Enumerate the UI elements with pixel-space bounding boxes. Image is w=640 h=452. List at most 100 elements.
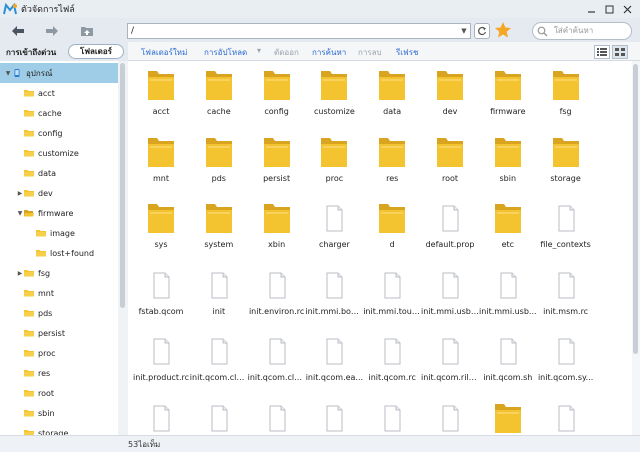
file-item[interactable]: init.mmi.usb.rc bbox=[421, 267, 479, 331]
folder-item[interactable]: data bbox=[363, 67, 421, 131]
search-button[interactable]: การค้นหา bbox=[312, 46, 346, 59]
file-item[interactable] bbox=[421, 400, 479, 436]
refresh-path-button[interactable] bbox=[474, 23, 490, 39]
folder-item[interactable] bbox=[479, 400, 537, 436]
sidebar-item[interactable]: mnt bbox=[0, 283, 118, 303]
folder-item[interactable]: sbin bbox=[479, 134, 537, 198]
cut-button[interactable]: ตัดออก bbox=[274, 46, 299, 59]
file-item[interactable]: fstab.qcom bbox=[132, 267, 190, 331]
file-item[interactable]: init.mmi.boot... bbox=[305, 267, 363, 331]
forward-button[interactable] bbox=[43, 22, 61, 40]
sidebar-item[interactable]: ▶ fsg bbox=[0, 263, 118, 283]
file-item[interactable] bbox=[363, 400, 421, 436]
sidebar-item[interactable]: ▼ firmware bbox=[0, 203, 118, 223]
file-item[interactable]: init.qcom.cla... bbox=[248, 333, 306, 397]
list-view-button[interactable] bbox=[594, 45, 610, 59]
folder-item[interactable]: etc bbox=[479, 200, 537, 264]
content-scroll-thumb[interactable] bbox=[633, 64, 638, 354]
sidebar-item[interactable]: image bbox=[0, 223, 118, 243]
file-item[interactable]: init bbox=[190, 267, 248, 331]
minimize-button[interactable] bbox=[582, 2, 600, 16]
file-item[interactable] bbox=[248, 400, 306, 436]
file-icon bbox=[442, 338, 459, 365]
new-folder-button[interactable]: โฟลเดอร์ใหม่ bbox=[141, 46, 187, 59]
folder-icon bbox=[379, 137, 406, 167]
path-dropdown-icon[interactable]: ▼ bbox=[458, 24, 470, 38]
file-item[interactable]: init.mmi.usb... bbox=[479, 267, 537, 331]
file-item[interactable]: default.prop bbox=[421, 200, 479, 264]
favorite-star-icon[interactable] bbox=[494, 21, 512, 39]
sidebar-item[interactable]: ▶ dev bbox=[0, 183, 118, 203]
file-item[interactable]: init.mmi.touc... bbox=[363, 267, 421, 331]
file-item[interactable]: charger bbox=[305, 200, 363, 264]
sidebar-item[interactable]: root bbox=[0, 383, 118, 403]
folder-item[interactable]: proc bbox=[305, 134, 363, 198]
folder-item[interactable]: fsg bbox=[537, 67, 595, 131]
folder-item[interactable]: d bbox=[363, 200, 421, 264]
folder-item[interactable]: firmware bbox=[479, 67, 537, 131]
file-item[interactable]: file_contexts bbox=[537, 200, 595, 264]
folder-item[interactable]: xbin bbox=[248, 200, 306, 264]
folder-item[interactable]: dev bbox=[421, 67, 479, 131]
expand-arrow-icon[interactable]: ▼ bbox=[4, 70, 12, 77]
tab-folder[interactable]: โฟลเดอร์ bbox=[68, 44, 124, 59]
delete-button[interactable]: การลบ bbox=[358, 46, 382, 59]
file-item[interactable]: init.qcom.cla... bbox=[190, 333, 248, 397]
sidebar-item[interactable]: acct bbox=[0, 83, 118, 103]
expand-arrow-icon[interactable]: ▼ bbox=[16, 210, 24, 217]
file-item[interactable]: init.qcom.ril.sh bbox=[421, 333, 479, 397]
sidebar-item[interactable]: pds bbox=[0, 303, 118, 323]
item-label: cache bbox=[206, 107, 231, 116]
sidebar-item[interactable]: cache bbox=[0, 103, 118, 123]
file-item[interactable]: init.qcom.rc bbox=[363, 333, 421, 397]
expand-arrow-icon[interactable]: ▶ bbox=[16, 190, 24, 197]
folder-item[interactable]: sys bbox=[132, 200, 190, 264]
folder-item[interactable]: acct bbox=[132, 67, 190, 131]
folder-item[interactable]: pds bbox=[190, 134, 248, 198]
folder-item[interactable]: res bbox=[363, 134, 421, 198]
sidebar-item[interactable]: sbin bbox=[0, 403, 118, 423]
sidebar-item[interactable]: customize bbox=[0, 143, 118, 163]
folder-item[interactable]: storage bbox=[537, 134, 595, 198]
item-label: init.mmi.boot... bbox=[305, 306, 364, 316]
grid-view-button[interactable] bbox=[612, 45, 628, 59]
sidebar-item[interactable]: persist bbox=[0, 323, 118, 343]
folder-item[interactable]: config bbox=[248, 67, 306, 131]
file-item[interactable]: init.qcom.sy... bbox=[537, 333, 595, 397]
sidebar-item[interactable]: ▼ อุปกรณ์ bbox=[0, 63, 118, 83]
maximize-button[interactable] bbox=[600, 2, 618, 16]
file-item[interactable]: init.qcom.sh bbox=[479, 333, 537, 397]
file-item[interactable] bbox=[537, 400, 595, 436]
file-item[interactable]: init.environ.rc bbox=[248, 267, 306, 331]
file-item[interactable]: init.msm.rc bbox=[537, 267, 595, 331]
sidebar-item[interactable]: res bbox=[0, 363, 118, 383]
close-button[interactable] bbox=[618, 2, 636, 16]
folder-item[interactable]: mnt bbox=[132, 134, 190, 198]
expand-arrow-icon[interactable]: ▶ bbox=[16, 270, 24, 277]
folder-item[interactable]: system bbox=[190, 200, 248, 264]
folder-icon bbox=[24, 170, 34, 177]
back-button[interactable] bbox=[9, 22, 27, 40]
up-folder-button[interactable] bbox=[78, 22, 96, 40]
folder-item[interactable]: customize bbox=[305, 67, 363, 131]
sidebar-item[interactable]: proc bbox=[0, 343, 118, 363]
tab-quick-access[interactable]: การเข้าถึงด่วน bbox=[6, 46, 56, 59]
file-item[interactable] bbox=[305, 400, 363, 436]
folder-item[interactable]: persist bbox=[248, 134, 306, 198]
file-item[interactable] bbox=[132, 400, 190, 436]
file-item[interactable] bbox=[190, 400, 248, 436]
sidebar-item[interactable]: config bbox=[0, 123, 118, 143]
upload-button[interactable]: การอัปโหลด bbox=[204, 46, 247, 59]
refresh-button[interactable]: รีเฟรช bbox=[396, 46, 418, 59]
sidebar-item[interactable]: lost+found bbox=[0, 243, 118, 263]
sidebar-item[interactable]: storage bbox=[0, 423, 118, 435]
path-input[interactable]: / bbox=[127, 23, 471, 39]
folder-item[interactable]: root bbox=[421, 134, 479, 198]
upload-dropdown-icon[interactable]: ▾ bbox=[257, 46, 261, 55]
file-item[interactable]: init.product.rc bbox=[132, 333, 190, 397]
sidebar-item-label: dev bbox=[38, 188, 53, 198]
file-item[interactable]: init.qcom.ea... bbox=[305, 333, 363, 397]
folder-item[interactable]: cache bbox=[190, 67, 248, 131]
sidebar-scroll-thumb[interactable] bbox=[120, 63, 125, 308]
sidebar-item[interactable]: data bbox=[0, 163, 118, 183]
